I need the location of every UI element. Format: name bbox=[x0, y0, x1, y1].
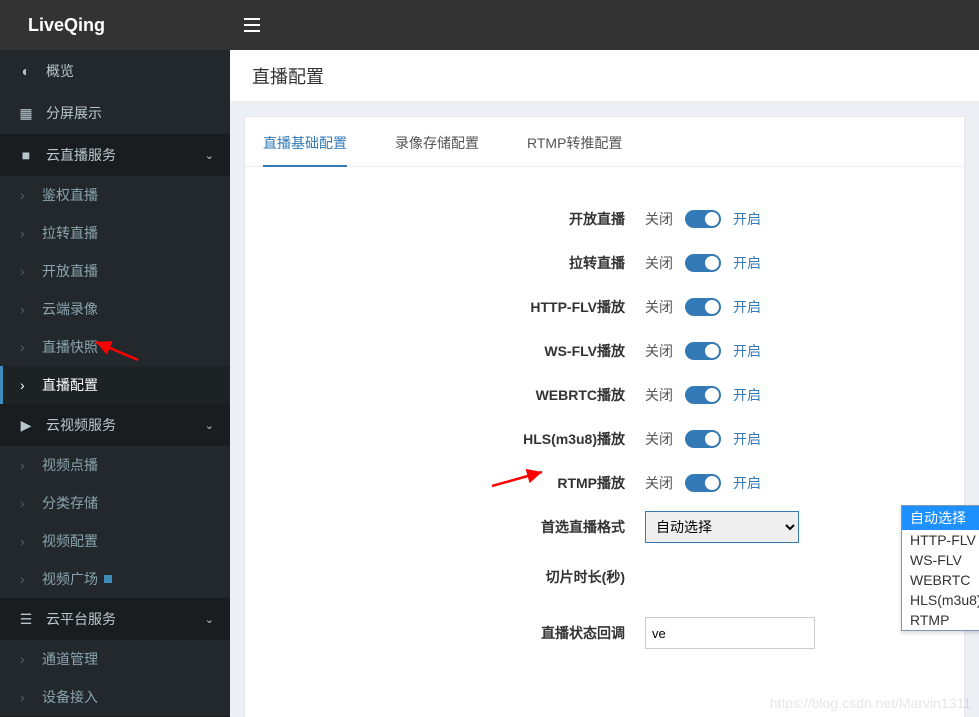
sidebar-item-overview[interactable]: ◐ 概览 bbox=[0, 50, 230, 92]
label-webrtc: WEBRTC播放 bbox=[245, 385, 645, 405]
label-status-cb: 直播状态回调 bbox=[245, 623, 645, 643]
row-http-flv: HTTP-FLV播放 关闭开启 bbox=[245, 285, 964, 329]
sidebar-item-platform[interactable]: ☰ 云平台服务 ⌄ bbox=[0, 598, 230, 640]
sidebar-sub-vod[interactable]: ›视频点播 bbox=[0, 446, 230, 484]
angle-icon: › bbox=[20, 263, 30, 279]
label-slice-dur: 切片时长(秒) bbox=[245, 567, 645, 587]
sidebar-label: 云视频服务 bbox=[46, 415, 205, 435]
video-icon: ■ bbox=[16, 147, 36, 163]
server-icon: ☰ bbox=[16, 611, 36, 628]
row-rtmp: RTMP播放 关闭开启 bbox=[245, 461, 964, 505]
switch-hls[interactable] bbox=[685, 430, 721, 448]
brand-logo: LiveQing bbox=[28, 15, 105, 36]
form: 开放直播 关闭 开启 拉转直播 关闭开启 HTTP-FLV播放 关闭开启 WS-F… bbox=[245, 167, 964, 661]
option-ws-flv[interactable]: WS-FLV bbox=[902, 550, 979, 570]
option-rtmp[interactable]: RTMP bbox=[902, 610, 979, 630]
select-pref-format[interactable]: 自动选择 bbox=[645, 511, 799, 543]
label-pull-live: 拉转直播 bbox=[245, 253, 645, 273]
angle-icon: › bbox=[20, 457, 30, 473]
sidebar: ◐ 概览 ▦ 分屏展示 ■ 云直播服务 ⌄ ›鉴权直播 ›拉转直播 ›开放直播 … bbox=[0, 50, 230, 717]
sidebar-item-cloud-video[interactable]: ▶ 云视频服务 ⌄ bbox=[0, 404, 230, 446]
dashboard-icon: ◐ bbox=[16, 63, 36, 79]
tab-rtmp-push[interactable]: RTMP转推配置 bbox=[527, 133, 622, 166]
switch-ws-flv[interactable] bbox=[685, 342, 721, 360]
input-status-callback[interactable] bbox=[645, 617, 815, 649]
config-panel: 直播基础配置 录像存储配置 RTMP转推配置 开放直播 关闭 开启 拉转直播 关闭… bbox=[244, 116, 965, 717]
label-hls: HLS(m3u8)播放 bbox=[245, 429, 645, 449]
angle-icon: › bbox=[20, 689, 30, 705]
chevron-down-icon: ⌄ bbox=[205, 613, 214, 626]
label-open-live: 开放直播 bbox=[245, 209, 645, 229]
badge-icon bbox=[104, 575, 112, 583]
row-hls: HLS(m3u8)播放 关闭开启 bbox=[245, 417, 964, 461]
angle-icon: › bbox=[20, 339, 30, 355]
sidebar-item-cloud-live[interactable]: ■ 云直播服务 ⌄ bbox=[0, 134, 230, 176]
row-webrtc: WEBRTC播放 关闭开启 bbox=[245, 373, 964, 417]
sidebar-sub-pull-live[interactable]: ›拉转直播 bbox=[0, 214, 230, 252]
sidebar-item-split[interactable]: ▦ 分屏展示 bbox=[0, 92, 230, 134]
row-status-cb: 直播状态回调 bbox=[245, 605, 964, 661]
row-pref-format: 首选直播格式 自动选择 bbox=[245, 505, 964, 549]
chevron-down-icon: ⌄ bbox=[205, 149, 214, 162]
tabs: 直播基础配置 录像存储配置 RTMP转推配置 bbox=[245, 117, 964, 167]
tab-basic[interactable]: 直播基础配置 bbox=[263, 133, 347, 167]
switch-rtmp[interactable] bbox=[685, 474, 721, 492]
label-http-flv: HTTP-FLV播放 bbox=[245, 297, 645, 317]
angle-icon: › bbox=[20, 571, 30, 587]
sidebar-sub-video-square[interactable]: ›视频广场 bbox=[0, 560, 230, 598]
switch-pull-live[interactable] bbox=[685, 254, 721, 272]
sidebar-sub-channel[interactable]: ›通道管理 bbox=[0, 640, 230, 678]
angle-icon: › bbox=[20, 187, 30, 203]
layout: ◐ 概览 ▦ 分屏展示 ■ 云直播服务 ⌄ ›鉴权直播 ›拉转直播 ›开放直播 … bbox=[0, 50, 979, 717]
switch-webrtc[interactable] bbox=[685, 386, 721, 404]
play-icon: ▶ bbox=[16, 417, 36, 434]
row-open-live: 开放直播 关闭 开启 bbox=[245, 197, 964, 241]
option-webrtc[interactable]: WEBRTC bbox=[902, 570, 979, 590]
grid-icon: ▦ bbox=[16, 105, 36, 122]
row-pull-live: 拉转直播 关闭开启 bbox=[245, 241, 964, 285]
hamburger-icon bbox=[244, 18, 260, 32]
hamburger-toggle[interactable] bbox=[230, 0, 274, 50]
dropdown-pref-format[interactable]: 自动选择 HTTP-FLV WS-FLV WEBRTC HLS(m3u8) RT… bbox=[901, 505, 979, 631]
sidebar-sub-live-config[interactable]: ›直播配置 bbox=[0, 366, 230, 404]
row-slice-dur: 切片时长(秒) bbox=[245, 549, 964, 605]
switch-http-flv[interactable] bbox=[685, 298, 721, 316]
chevron-down-icon: ⌄ bbox=[205, 419, 214, 432]
sidebar-label: 云直播服务 bbox=[46, 145, 205, 165]
text-on: 开启 bbox=[733, 209, 761, 229]
label-rtmp: RTMP播放 bbox=[245, 473, 645, 493]
sidebar-sub-snapshot[interactable]: ›直播快照 bbox=[0, 328, 230, 366]
sidebar-label: 云平台服务 bbox=[46, 609, 205, 629]
content: 直播配置 直播基础配置 录像存储配置 RTMP转推配置 开放直播 关闭 开启 拉转… bbox=[230, 50, 979, 717]
switch-open-live[interactable] bbox=[685, 210, 721, 228]
sidebar-label: 概览 bbox=[46, 61, 214, 81]
label-ws-flv: WS-FLV播放 bbox=[245, 341, 645, 361]
sidebar-sub-open-live[interactable]: ›开放直播 bbox=[0, 252, 230, 290]
label-pref-format: 首选直播格式 bbox=[245, 517, 645, 537]
row-ws-flv: WS-FLV播放 关闭开启 bbox=[245, 329, 964, 373]
page-header: 直播配置 bbox=[230, 50, 979, 102]
option-hls[interactable]: HLS(m3u8) bbox=[902, 590, 979, 610]
option-auto[interactable]: 自动选择 bbox=[902, 506, 979, 530]
tab-record[interactable]: 录像存储配置 bbox=[395, 133, 479, 166]
text-off: 关闭 bbox=[645, 209, 673, 229]
page-title: 直播配置 bbox=[252, 63, 324, 89]
sidebar-sub-cloud-record[interactable]: ›云端录像 bbox=[0, 290, 230, 328]
angle-icon: › bbox=[20, 533, 30, 549]
sidebar-sub-device[interactable]: ›设备接入 bbox=[0, 678, 230, 716]
angle-icon: › bbox=[20, 377, 30, 393]
angle-icon: › bbox=[20, 651, 30, 667]
sidebar-sub-category-storage[interactable]: ›分类存储 bbox=[0, 484, 230, 522]
angle-icon: › bbox=[20, 495, 30, 511]
brand-cell: LiveQing bbox=[0, 0, 230, 50]
angle-icon: › bbox=[20, 225, 30, 241]
topbar: LiveQing bbox=[0, 0, 979, 50]
sidebar-sub-video-config[interactable]: ›视频配置 bbox=[0, 522, 230, 560]
angle-icon: › bbox=[20, 301, 30, 317]
option-http-flv[interactable]: HTTP-FLV bbox=[902, 530, 979, 550]
sidebar-sub-auth-live[interactable]: ›鉴权直播 bbox=[0, 176, 230, 214]
sidebar-label: 分屏展示 bbox=[46, 103, 214, 123]
